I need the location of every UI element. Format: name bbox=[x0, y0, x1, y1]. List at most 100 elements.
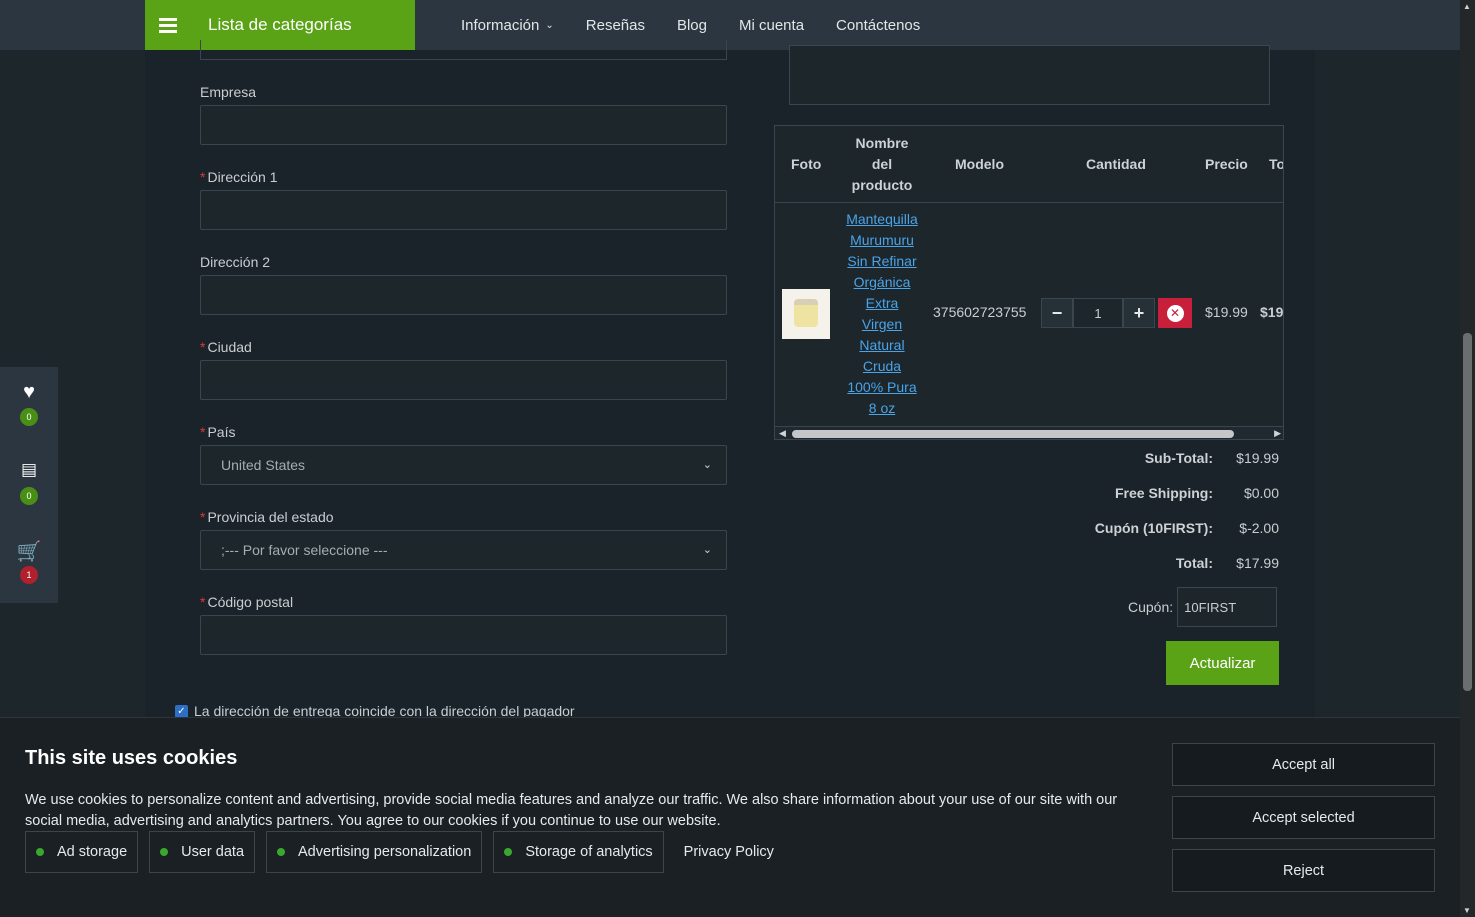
category-list-label: Lista de categorías bbox=[208, 15, 352, 34]
scrollbar-thumb[interactable] bbox=[792, 430, 1234, 438]
header-name-line: Nombre bbox=[855, 135, 909, 151]
chevron-down-icon: ⌄ bbox=[545, 19, 554, 31]
header-price: Precio bbox=[1205, 156, 1248, 172]
option-label: User data bbox=[181, 844, 245, 860]
country-label: * País bbox=[200, 424, 235, 440]
product-name-line: Murumuru bbox=[850, 232, 914, 248]
total-label: Total: bbox=[1175, 555, 1213, 571]
postcode-input[interactable] bbox=[200, 615, 727, 655]
nav-blog[interactable]: Blog bbox=[677, 17, 707, 34]
required-mark: * bbox=[200, 594, 206, 610]
address1-input[interactable] bbox=[200, 190, 727, 230]
privacy-policy-link[interactable]: Privacy Policy bbox=[684, 844, 774, 860]
product-name-line: Mantequilla bbox=[846, 211, 918, 227]
toggle-dot-icon bbox=[504, 848, 513, 856]
city-label-text: Ciudad bbox=[207, 339, 252, 355]
city-input[interactable] bbox=[200, 360, 727, 400]
cookie-description: We use cookies to personalize content an… bbox=[25, 792, 1118, 829]
shipping-label: Free Shipping: bbox=[1115, 485, 1213, 501]
remove-item-button[interactable]: ✕ bbox=[1158, 298, 1192, 328]
total-value: $17.99 bbox=[1236, 555, 1279, 571]
option-ad-personalization[interactable]: Advertising personalization bbox=[266, 831, 483, 873]
product-price: $19.99 bbox=[1205, 304, 1248, 320]
product-name-line: Sin Refinar bbox=[847, 253, 917, 269]
side-widget: ♥ 0 ▤ 0 🛒 1 bbox=[0, 367, 58, 603]
product-name-line: Cruda bbox=[862, 358, 902, 374]
option-user-data[interactable]: User data bbox=[149, 831, 256, 873]
accept-selected-button[interactable]: Accept selected bbox=[1172, 796, 1435, 839]
nav-informacion[interactable]: Información ⌄ bbox=[461, 17, 554, 34]
header-total: To bbox=[1269, 156, 1284, 172]
country-label-text: País bbox=[207, 424, 236, 440]
nav-resenas[interactable]: Reseñas bbox=[586, 17, 645, 34]
required-mark: * bbox=[200, 169, 206, 185]
header-quantity: Cantidad bbox=[1086, 156, 1146, 172]
total-row: Total: $17.99 bbox=[1176, 555, 1279, 571]
header-model: Modelo bbox=[955, 156, 1004, 172]
country-select[interactable]: United States ⌄ bbox=[200, 445, 727, 485]
same-address-checkbox[interactable]: ✓ bbox=[175, 704, 188, 718]
close-icon: ✕ bbox=[1166, 304, 1184, 322]
quantity-stepper: − 1 + ✕ bbox=[1041, 298, 1192, 328]
accept-all-button[interactable]: Accept all bbox=[1172, 743, 1435, 786]
chevron-down-icon: ⌄ bbox=[702, 544, 712, 556]
coupon-label: Cupón: bbox=[1128, 599, 1174, 615]
coupon-row: Cupón: 10FIRST bbox=[1128, 587, 1278, 627]
product-name-line: Natural bbox=[859, 337, 905, 353]
cart-table: Foto Nombre del producto Modelo Cantidad… bbox=[774, 125, 1284, 440]
product-thumbnail[interactable] bbox=[782, 289, 830, 339]
option-analytics-storage[interactable]: Storage of analytics bbox=[493, 831, 664, 873]
address2-label: Dirección 2 bbox=[200, 254, 271, 270]
state-select[interactable]: ;--- Por favor seleccione --- ⌄ bbox=[200, 530, 727, 570]
header-name-line: del bbox=[871, 156, 893, 172]
wishlist-badge: 0 bbox=[20, 408, 38, 426]
product-name-link[interactable]: Mantequilla Murumuru Sin Refinar Orgánic… bbox=[837, 209, 927, 419]
scroll-down-icon[interactable]: ▼ bbox=[1463, 906, 1471, 915]
required-mark: * bbox=[200, 339, 206, 355]
minus-icon: − bbox=[1051, 302, 1063, 323]
scroll-up-icon[interactable]: ▲ bbox=[1463, 2, 1471, 11]
cart-item[interactable]: 🛒 1 bbox=[0, 539, 58, 584]
toggle-dot-icon bbox=[277, 848, 286, 856]
scroll-right-icon[interactable]: ▶ bbox=[1274, 428, 1281, 439]
company-input[interactable] bbox=[200, 105, 727, 145]
city-label: * Ciudad bbox=[200, 339, 252, 355]
product-total: $19 bbox=[1260, 304, 1284, 320]
scroll-left-icon[interactable]: ◀ bbox=[779, 428, 786, 439]
nav-mi-cuenta[interactable]: Mi cuenta bbox=[739, 17, 804, 34]
option-ad-storage[interactable]: Ad storage bbox=[25, 831, 139, 873]
cookie-options: Ad storage User data Advertising persona… bbox=[25, 831, 774, 873]
coupon-input[interactable]: 10FIRST bbox=[1177, 587, 1278, 627]
quantity-input[interactable]: 1 bbox=[1073, 298, 1123, 328]
toggle-dot-icon bbox=[36, 848, 44, 856]
header-name-line: producto bbox=[851, 177, 913, 193]
reject-button[interactable]: Reject bbox=[1172, 849, 1435, 892]
product-name-line: Virgen bbox=[861, 316, 903, 332]
coupon-discount-value: $-2.00 bbox=[1239, 520, 1279, 536]
product-name-line: 100% Pura bbox=[847, 379, 917, 395]
menu-icon bbox=[159, 15, 177, 36]
update-button[interactable]: Actualizar bbox=[1166, 641, 1279, 685]
compare-item[interactable]: ▤ 0 bbox=[0, 460, 58, 505]
heart-icon: ♥ bbox=[23, 381, 35, 403]
increase-button[interactable]: + bbox=[1123, 298, 1155, 328]
decrease-button[interactable]: − bbox=[1041, 298, 1073, 328]
comment-textarea[interactable] bbox=[789, 45, 1270, 105]
page-scrollbar[interactable]: ▲ ▼ bbox=[1460, 0, 1475, 917]
coupon-discount-label: Cupón (10FIRST): bbox=[1094, 520, 1213, 536]
bar-chart-icon: ▤ bbox=[20, 460, 38, 479]
address2-input[interactable] bbox=[200, 275, 727, 315]
company-label: Empresa bbox=[200, 84, 257, 100]
plus-icon: + bbox=[1133, 302, 1145, 323]
page-scrollbar-thumb[interactable] bbox=[1463, 333, 1472, 691]
checkout-page: Empresa * Dirección 1 Dirección 2 * Ciudad… bbox=[145, 40, 1315, 719]
previous-input-field[interactable] bbox=[200, 40, 727, 60]
horizontal-scrollbar[interactable]: ◀ ▶ bbox=[775, 426, 1283, 439]
wishlist-item[interactable]: ♥ 0 bbox=[0, 381, 58, 426]
nav-contactenos[interactable]: Contáctenos bbox=[836, 17, 920, 34]
product-name-line: 8 oz bbox=[868, 400, 896, 416]
header-photo: Foto bbox=[791, 156, 822, 172]
option-label: Advertising personalization bbox=[298, 844, 472, 860]
chevron-down-icon: ⌄ bbox=[702, 459, 712, 471]
cookie-banner: This site uses cookies We use cookies to… bbox=[0, 717, 1460, 917]
